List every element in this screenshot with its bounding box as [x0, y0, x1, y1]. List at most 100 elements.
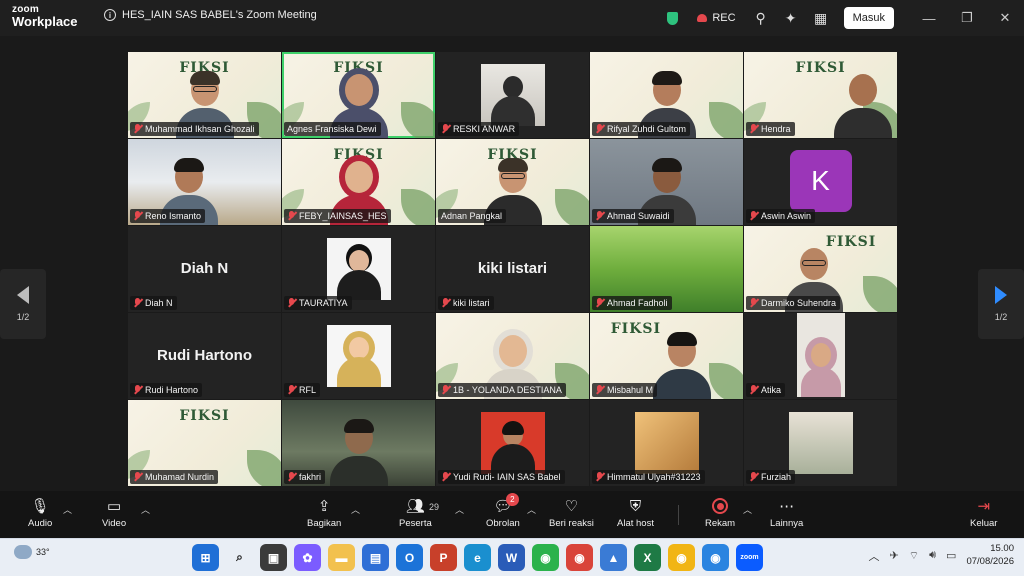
video-tile[interactable]: FIKSI Hendra [744, 52, 897, 138]
minimize-icon[interactable]: — [910, 0, 948, 36]
volume-icon[interactable]: 🔊︎ [929, 549, 936, 562]
video-tile[interactable]: FIKSI Misbahul M [590, 313, 743, 399]
arrow-right-icon [995, 286, 1007, 304]
leave-button[interactable]: ⇥ Keluar [970, 497, 997, 529]
task-view-icon[interactable]: ▣ [260, 544, 287, 571]
participant-label: FEBY_IAINSAS_HES [284, 209, 391, 223]
info-icon[interactable]: i [104, 9, 116, 21]
video-tile[interactable]: TAURATIYA [282, 226, 435, 312]
chat-button[interactable]: 💬︎ 2 Obrolan [486, 493, 520, 529]
video-tile[interactable]: 1B - YOLANDA DESTIANA [436, 313, 589, 399]
mic-muted-icon [133, 385, 142, 395]
chrome-alt-icon[interactable]: ◉ [668, 544, 695, 571]
store-icon[interactable]: ▤ [362, 544, 389, 571]
video-tile[interactable]: kiki listari kiki listari [436, 226, 589, 312]
video-tile[interactable]: fakhri [282, 400, 435, 486]
reactions-button[interactable]: ♡ Beri reaksi [549, 497, 594, 529]
zoom-app-icon[interactable]: zoom [736, 544, 763, 571]
video-tile-active-speaker[interactable]: FIKSI Agnes Fransiska Dewi [282, 52, 435, 138]
outlook-icon[interactable]: O [396, 544, 423, 571]
chrome-profile-2-icon[interactable]: ◉ [702, 544, 729, 571]
video-options-caret-icon[interactable]: ︿ [141, 503, 150, 516]
video-tile[interactable]: RFL [282, 313, 435, 399]
video-button[interactable]: ▭ Video [102, 497, 126, 529]
video-tile[interactable]: FIKSI FEBY_IAINSAS_HES [282, 139, 435, 225]
excel-icon[interactable]: X [634, 544, 661, 571]
photos-icon[interactable]: ▲ [600, 544, 627, 571]
sparkle-icon[interactable]: ✦ [776, 0, 806, 36]
copilot-icon[interactable]: ✿ [294, 544, 321, 571]
notification-icon[interactable]: ✈ [890, 549, 899, 562]
participants-icon: 👥︎ [405, 498, 425, 515]
share-screen-icon: ⇪ [317, 498, 331, 515]
video-tile[interactable]: FIKSI Adnan Pangkal [436, 139, 589, 225]
share-label: Bagikan [307, 518, 342, 529]
more-button[interactable]: ⋯ Lainnya [770, 497, 803, 529]
audio-options-caret-icon[interactable]: ︿ [63, 503, 72, 516]
powerpoint-icon[interactable]: P [430, 544, 457, 571]
chrome-profile-icon[interactable]: ◉ [566, 544, 593, 571]
shield-icon[interactable] [657, 0, 687, 36]
profile-photo [326, 238, 391, 300]
clock[interactable]: 15.00 07/08/2026 [966, 543, 1014, 569]
participants-button[interactable]: 👥︎ Peserta [399, 497, 432, 529]
video-tile[interactable]: Ahmad Suwaidi [590, 139, 743, 225]
share-options-caret-icon[interactable]: ︿ [351, 503, 360, 516]
participant-label: Muhammad Ikhsan Ghozali [130, 122, 259, 136]
zoom-logo: zoom Workplace [12, 5, 78, 29]
battery-icon[interactable]: ▭ [946, 549, 956, 562]
weather-widget[interactable]: 33° [14, 545, 50, 559]
magic-wand-icon[interactable]: ⚲ [746, 0, 776, 36]
video-tile[interactable]: Rifyal Zuhdi Gultom [590, 52, 743, 138]
previous-page-button[interactable]: 1/2 [0, 269, 46, 339]
mic-muted-icon [287, 472, 296, 482]
participant-label: Aswin Aswin [746, 209, 816, 223]
mic-muted-icon [287, 298, 296, 308]
share-screen-button[interactable]: ⇪ Bagikan [307, 497, 341, 529]
video-tile[interactable]: Furziah [744, 400, 897, 486]
chat-options-caret-icon[interactable]: ︿ [527, 503, 536, 516]
video-tile[interactable]: Yudi Rudi- IAIN SAS Babel [436, 400, 589, 486]
participant-name: fakhri [299, 472, 322, 482]
mic-muted-icon [133, 124, 142, 134]
video-tile[interactable]: Rudi Hartono Rudi Hartono [128, 313, 281, 399]
restore-icon[interactable]: ❐ [948, 0, 986, 36]
video-tile[interactable]: Atika [744, 313, 897, 399]
search-icon[interactable]: ⌕ [226, 544, 253, 571]
video-tile[interactable]: FIKSI Muhammad Ikhsan Ghozali [128, 52, 281, 138]
word-icon[interactable]: W [498, 544, 525, 571]
video-tile[interactable]: Ahmad Fadholi [590, 226, 743, 312]
file-explorer-icon[interactable]: ▬ [328, 544, 355, 571]
sign-in-button[interactable]: Masuk [843, 7, 894, 29]
edge-icon[interactable]: e [464, 544, 491, 571]
taskbar-apps: ⊞ ⌕ ▣ ✿ ▬ ▤ O P e W ◉ ◉ ▲ X ◉ ◉ zoom [192, 544, 763, 571]
host-tools-button[interactable]: ⛨ Alat host [617, 497, 654, 530]
participant-label: TAURATIYA [284, 296, 352, 310]
participant-label: Rifyal Zuhdi Gultom [592, 122, 691, 136]
video-tile[interactable]: FIKSI Muhamad Nurdin [128, 400, 281, 486]
meeting-info[interactable]: i HES_IAIN SAS BABEL's Zoom Meeting [104, 9, 317, 21]
audio-button[interactable]: 🎙︎ Audio [28, 497, 52, 529]
windows-start-icon[interactable]: ⊞ [192, 544, 219, 571]
chrome-icon[interactable]: ◉ [532, 544, 559, 571]
participants-options-caret-icon[interactable]: ︿ [455, 503, 464, 516]
record-button[interactable]: Rekam [705, 497, 735, 529]
recording-indicator[interactable]: REC [697, 12, 736, 24]
arrow-left-icon [17, 286, 29, 304]
video-tile[interactable]: Diah N Diah N [128, 226, 281, 312]
grid-view-icon[interactable]: ▦ [806, 0, 836, 36]
video-tile[interactable]: Reno Ismanto [128, 139, 281, 225]
next-page-button[interactable]: 1/2 [978, 269, 1024, 339]
chevron-up-icon[interactable]: ︿ [869, 548, 880, 564]
record-options-caret-icon[interactable]: ︿ [743, 503, 752, 516]
video-tile[interactable]: FIKSI Darmiko Suhendra [744, 226, 897, 312]
display-name: Rudi Hartono [157, 347, 252, 364]
close-icon[interactable]: ✕ [986, 0, 1024, 36]
shield-icon: ⛨ [629, 497, 642, 515]
microphone-icon: 🎙︎ [30, 498, 50, 515]
video-tile[interactable]: K Aswin Aswin [744, 139, 897, 225]
video-tile[interactable]: RESKI ANWAR [436, 52, 589, 138]
participant-name: 1B - YOLANDA DESTIANA [453, 385, 562, 395]
wifi-icon[interactable]: ⌔ [909, 549, 919, 563]
video-tile[interactable]: Himmatul Ulyah#31223 [590, 400, 743, 486]
